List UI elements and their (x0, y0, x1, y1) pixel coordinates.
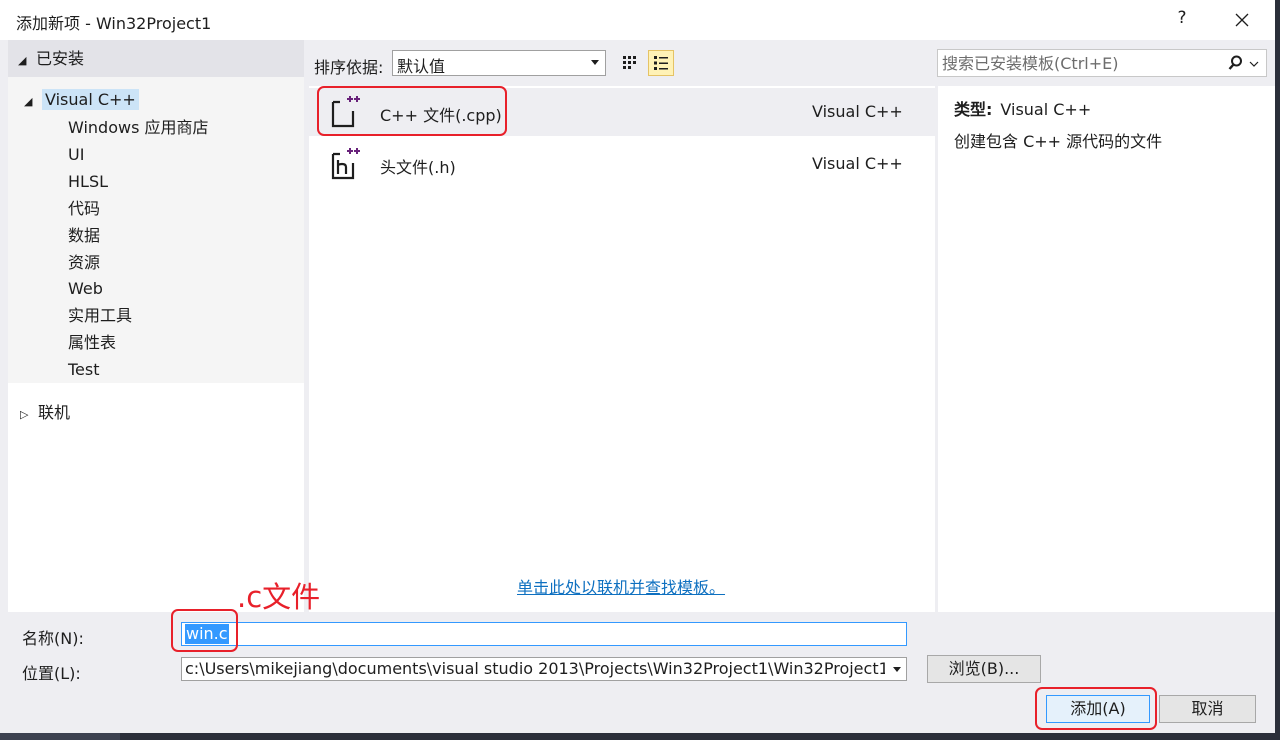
template-name: C++ 文件(.cpp) (380, 106, 502, 125)
sort-label: 排序依据: (314, 58, 384, 77)
template-list: C++ 文件(.cpp) Visual C++ 头文件(.h) Visual C… (309, 86, 935, 612)
expanded-arrow-icon: ◢ (24, 95, 33, 108)
location-label: 位置(L): (22, 664, 81, 683)
template-language: Visual C++ (812, 102, 903, 121)
add-new-item-dialog: 添加新项 - Win32Project1 ? ◢ 已安装 ◢ Visual C++ … (0, 0, 1275, 733)
list-view-icon (654, 56, 668, 70)
collapsed-arrow-icon: ▷ (20, 408, 29, 421)
template-item-cpp[interactable]: C++ 文件(.cpp) Visual C++ (309, 88, 935, 136)
details-type-value: Visual C++ (1000, 100, 1092, 119)
list-view-button[interactable] (648, 50, 674, 76)
name-input[interactable]: win.c (181, 622, 907, 646)
tree-node-hlsl[interactable]: HLSL (68, 170, 108, 194)
tree-node-data[interactable]: 数据 (68, 224, 100, 248)
title-bar: 添加新项 - Win32Project1 ? (0, 0, 1275, 40)
chevron-down-icon (893, 667, 901, 672)
taskbar-edge (0, 733, 1280, 740)
browse-button[interactable]: 浏览(B)... (927, 655, 1041, 683)
details-description: 创建包含 C++ 源代码的文件 (954, 132, 1163, 151)
close-button[interactable] (1222, 4, 1262, 36)
details-type: 类型: Visual C++ (954, 96, 1091, 120)
location-value: c:\Users\mikejiang\documents\visual stud… (185, 659, 885, 678)
chevron-down-icon (591, 60, 599, 65)
grid-view-icon (623, 56, 636, 69)
expanded-arrow-icon: ◢ (18, 54, 27, 67)
grid-view-button[interactable] (617, 50, 643, 76)
template-language: Visual C++ (812, 154, 903, 173)
tree-node-test[interactable]: Test (68, 358, 100, 382)
tree-node-online[interactable]: ▷ 联机 (20, 401, 70, 425)
add-button[interactable]: 添加(A) (1046, 695, 1150, 723)
help-button[interactable]: ? (1170, 8, 1194, 32)
cpp-file-icon (331, 96, 360, 128)
taskbar-item (0, 733, 120, 740)
tree-node-visual-cpp[interactable]: ◢ Visual C++ (24, 88, 139, 112)
main-area: ◢ 已安装 ◢ Visual C++ Windows 应用商店 UI HLSL 代码… (0, 40, 1275, 612)
background-window-edge (1275, 0, 1280, 740)
location-combo[interactable]: c:\Users\mikejiang\documents\visual stud… (181, 657, 907, 681)
category-tree: ◢ 已安装 ◢ Visual C++ Windows 应用商店 UI HLSL 代码… (8, 40, 304, 612)
template-name: 头文件(.h) (380, 158, 456, 177)
tree-node-installed[interactable]: ◢ 已安装 (18, 47, 84, 71)
search-button[interactable] (1228, 54, 1264, 74)
tree-node-web[interactable]: Web (68, 277, 103, 301)
cancel-button[interactable]: 取消 (1159, 695, 1256, 723)
annotation-text: .c文件 (237, 580, 321, 614)
window-title: 添加新项 - Win32Project1 (16, 14, 212, 33)
search-icon (1228, 55, 1259, 70)
name-label: 名称(N): (22, 629, 84, 648)
bottom-form: 名称(N): win.c 位置(L): c:\Users\mikejiang\d… (0, 612, 1275, 733)
tree-node-utility[interactable]: 实用工具 (68, 304, 132, 328)
online-templates-link[interactable]: 单击此处以联机并查找模板。 (517, 574, 725, 598)
tree-node-ui[interactable]: UI (68, 143, 84, 167)
tree-node-resource[interactable]: 资源 (68, 251, 100, 275)
name-value: win.c (185, 624, 229, 644)
template-item-header[interactable]: 头文件(.h) Visual C++ (309, 140, 935, 188)
tree-node-property-sheet[interactable]: 属性表 (68, 331, 116, 355)
close-icon (1235, 13, 1249, 27)
header-file-icon (331, 148, 360, 180)
tree-node-windows-store[interactable]: Windows 应用商店 (68, 116, 209, 140)
search-input[interactable] (942, 52, 1222, 74)
search-box (937, 49, 1267, 77)
details-pane: 类型: Visual C++ 创建包含 C++ 源代码的文件 (938, 86, 1275, 612)
tree-node-code[interactable]: 代码 (68, 197, 100, 221)
details-type-label: 类型: (954, 100, 993, 119)
sort-select[interactable]: 默认值 (392, 50, 606, 76)
sort-value: 默认值 (397, 57, 446, 76)
